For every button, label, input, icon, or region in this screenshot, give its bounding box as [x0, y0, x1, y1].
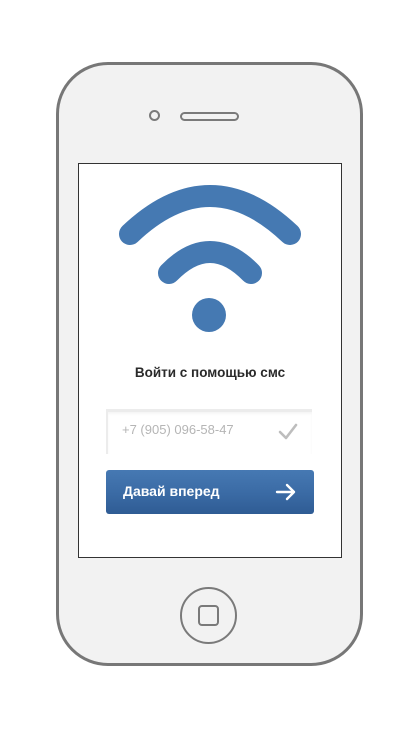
- check-icon: [278, 423, 298, 440]
- home-button-icon: [198, 605, 219, 626]
- submit-button-label: Давай вперед: [123, 483, 220, 499]
- speaker-grille: [180, 112, 239, 121]
- phone-input[interactable]: [122, 422, 272, 437]
- submit-button[interactable]: Давай вперед: [106, 470, 314, 514]
- arrow-right-icon: [275, 483, 296, 501]
- camera-icon: [149, 110, 160, 121]
- phone-field[interactable]: [106, 409, 312, 454]
- wifi-icon: [119, 185, 301, 332]
- home-button[interactable]: [180, 587, 237, 644]
- phone-mockup: Войти с помощью смс Давай вперед: [0, 0, 419, 730]
- phone-screen: Войти с помощью смс Давай вперед: [78, 163, 342, 558]
- login-title: Войти с помощью смс: [134, 365, 286, 380]
